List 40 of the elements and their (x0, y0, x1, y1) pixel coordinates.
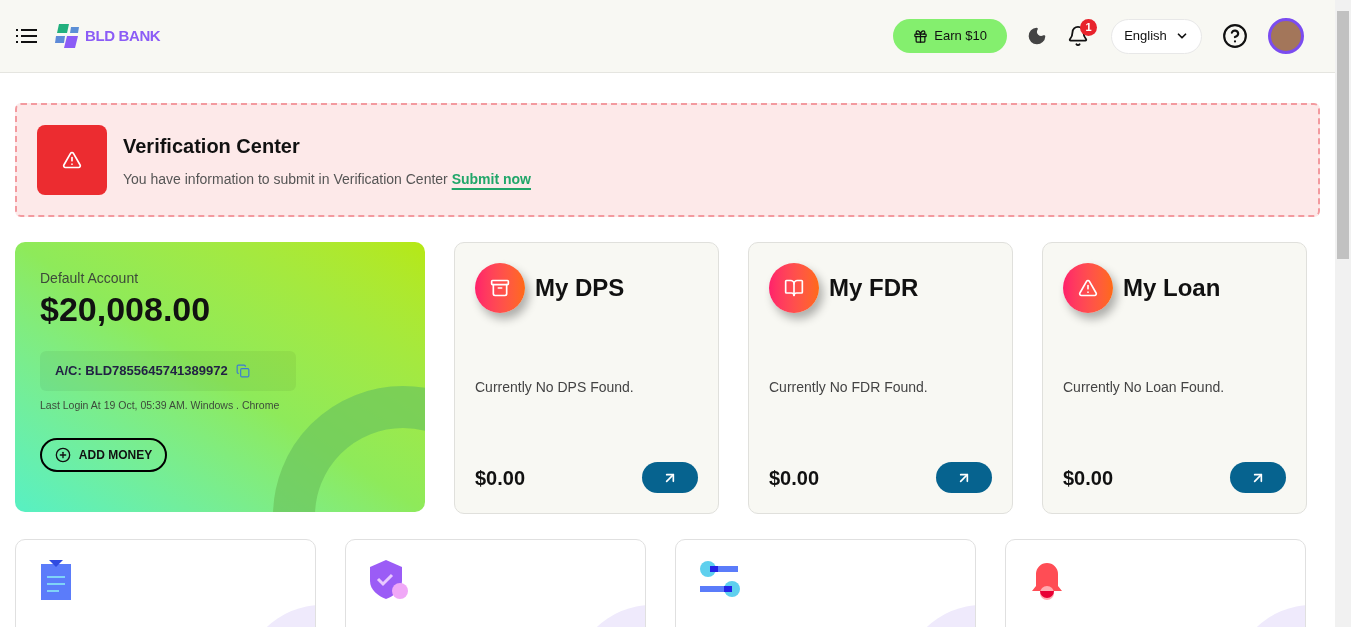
card-title: My Loan (1123, 273, 1221, 303)
plus-circle-icon (54, 446, 71, 463)
earn-button[interactable]: Earn $10 (893, 19, 1007, 53)
menu-icon[interactable] (16, 28, 37, 44)
notification-badge: 1 (1080, 19, 1097, 36)
banner-message: You have information to submit in Verification Center Submit now (123, 169, 531, 189)
account-label: Default Account (40, 269, 140, 288)
bell-icon (1030, 560, 1064, 600)
warning-icon (37, 125, 107, 195)
account-number: A/C: BLD7855645741389972 (55, 362, 228, 381)
card-amount: $0.00 (769, 465, 820, 491)
open-button[interactable] (1230, 462, 1286, 493)
document-icon (40, 560, 72, 600)
card-title: My DPS (535, 273, 625, 303)
card-message: Currently No FDR Found. (769, 378, 929, 397)
account-balance: $20,008.00 (40, 289, 212, 329)
card-amount: $0.00 (1063, 465, 1114, 491)
card-message: Currently No Loan Found. (1063, 378, 1226, 397)
logo-text: BLD BANK (85, 25, 161, 46)
avatar[interactable] (1268, 18, 1304, 54)
open-button[interactable] (642, 462, 698, 493)
scrollbar[interactable] (1335, 0, 1351, 627)
help-icon[interactable] (1222, 23, 1248, 49)
add-money-button[interactable]: ADD MONEY (40, 437, 167, 472)
moon-icon[interactable] (1027, 26, 1047, 46)
language-select[interactable]: English (1111, 18, 1202, 54)
book-icon (769, 263, 819, 313)
sliders-icon (700, 560, 740, 598)
shield-check-icon (370, 560, 408, 600)
last-login: Last Login At 19 Oct, 05:39 AM. Windows . Chrome (40, 398, 281, 413)
open-button[interactable] (936, 462, 992, 493)
logo-icon (55, 22, 81, 50)
card-amount: $0.00 (475, 465, 526, 491)
card-title: My FDR (829, 273, 919, 303)
gift-icon (913, 28, 929, 44)
banner-title: Verification Center (123, 133, 301, 159)
archive-icon (475, 263, 525, 313)
warning-icon (1063, 263, 1113, 313)
copy-icon[interactable] (235, 364, 250, 378)
card-message: Currently No DPS Found. (475, 378, 635, 397)
